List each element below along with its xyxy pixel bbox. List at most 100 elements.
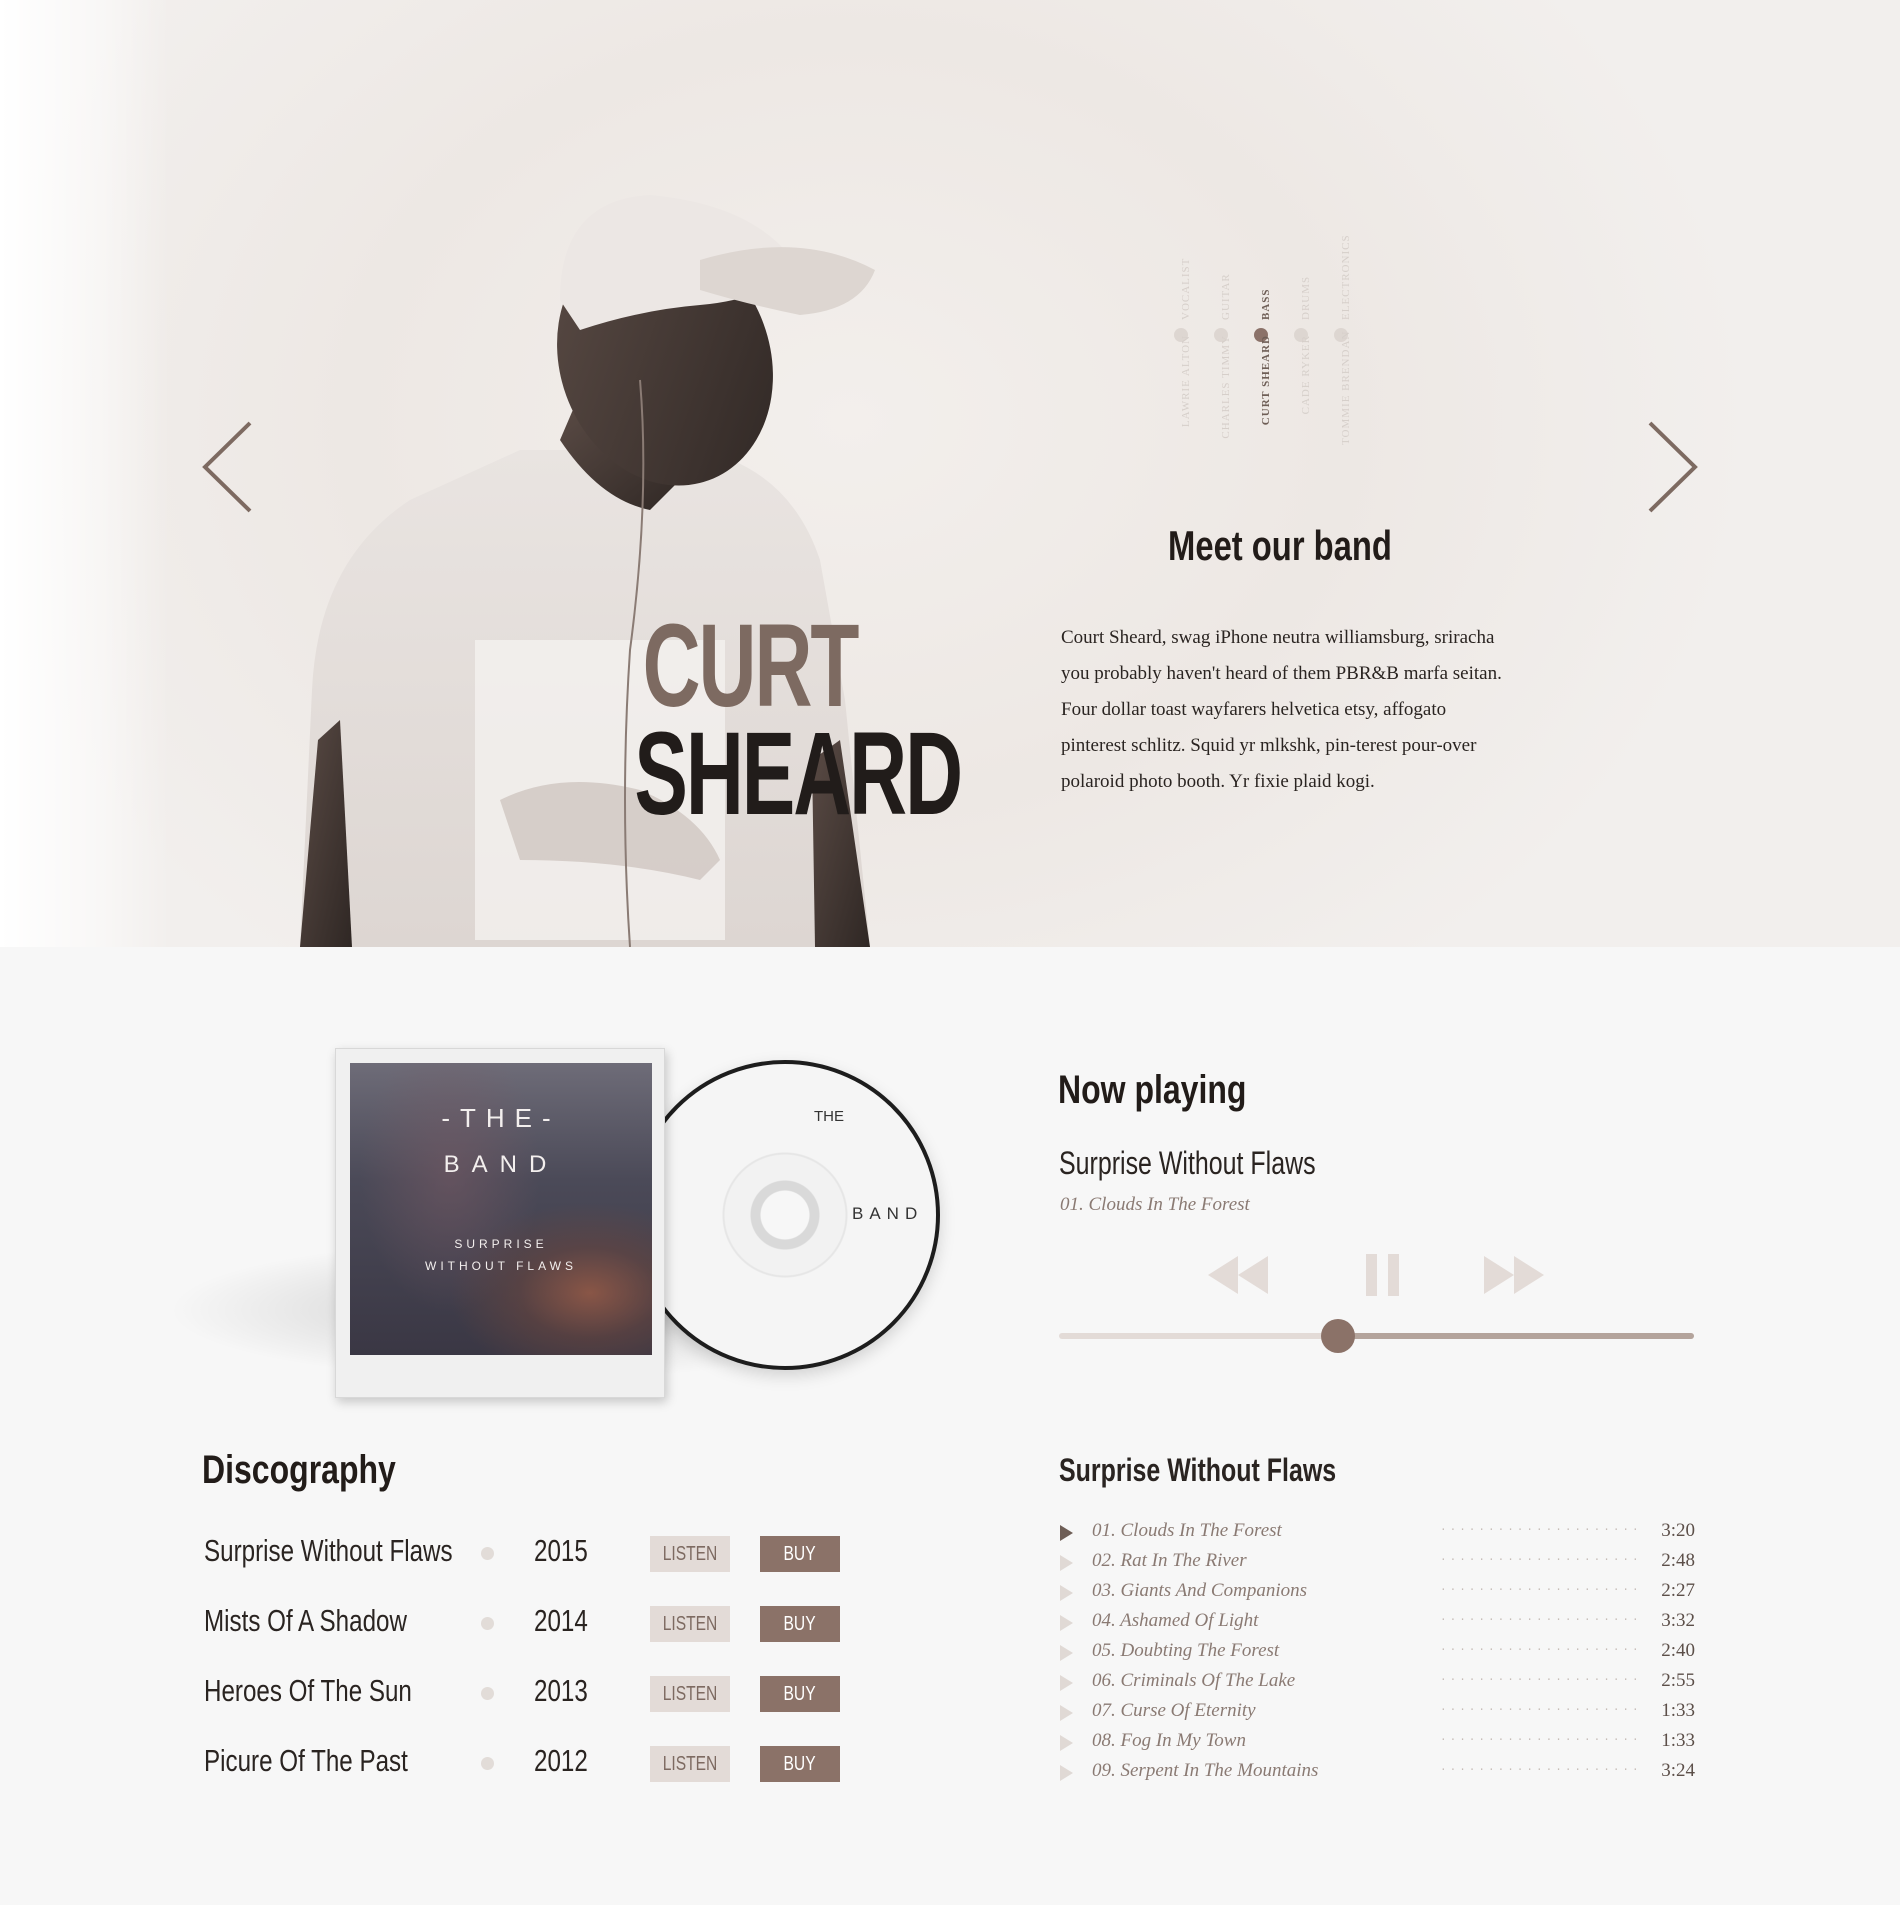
track-name: 08. Fog In My Town <box>1092 1730 1246 1751</box>
member-tab-tommie-brendan[interactable]: ELECTRONICS TOMMIE BRENDAN <box>1334 225 1380 475</box>
album-name: Mists Of A Shadow <box>204 1603 407 1638</box>
discography-row: Surprise Without Flaws 2015 LISTEN BUY <box>204 1533 844 1573</box>
album-year: 2013 <box>534 1673 588 1708</box>
band-hero: CURT SHEARD VOCALIST LAWRIE ALTON GUITAR… <box>0 0 1900 947</box>
play-icon[interactable] <box>1060 1645 1073 1661</box>
previous-member-arrow-icon[interactable] <box>200 420 260 514</box>
buy-button[interactable]: BUY <box>760 1676 840 1712</box>
listen-button[interactable]: LISTEN <box>650 1606 730 1642</box>
dot-leader: ......................... <box>1440 1582 1640 1594</box>
play-icon[interactable] <box>1060 1615 1073 1631</box>
cover-subtitle-line1: SURPRISE <box>454 1237 548 1251</box>
track-duration: 2:48 <box>1661 1550 1695 1571</box>
member-name-title: CURT SHEARD <box>580 600 963 833</box>
discography-heading: Discography <box>202 1448 396 1492</box>
listen-button[interactable]: LISTEN <box>650 1676 730 1712</box>
track-row[interactable]: 09. Serpent In The Mountains ...........… <box>1059 1758 1695 1788</box>
album-name: Heroes Of The Sun <box>204 1673 412 1708</box>
member-bio: Court Sheard, swag iPhone neutra william… <box>1061 627 1502 792</box>
play-icon[interactable] <box>1060 1705 1073 1721</box>
member-name: CADE RYKER <box>1300 335 1312 415</box>
member-role: ELECTRONICS <box>1340 234 1352 320</box>
track-row[interactable]: 08. Fog In My Town .....................… <box>1059 1728 1695 1758</box>
member-role: BASS <box>1260 288 1272 320</box>
member-name: CURT SHEARD <box>1260 335 1272 426</box>
track-row[interactable]: 07. Curse Of Eternity ..................… <box>1059 1698 1695 1728</box>
track-name: 05. Doubting The Forest <box>1092 1640 1280 1661</box>
separator-dot <box>481 1547 494 1560</box>
album-name: Picure Of The Past <box>204 1743 408 1778</box>
dot-leader: ......................... <box>1440 1672 1640 1684</box>
member-first-name: CURT <box>642 600 860 732</box>
progress-knob[interactable] <box>1321 1319 1355 1353</box>
track-row[interactable]: 05. Doubting The Forest ................… <box>1059 1638 1695 1668</box>
discography-row: Mists Of A Shadow 2014 LISTEN BUY <box>204 1603 844 1643</box>
member-tab-charles-timmy[interactable]: GUITAR CHARLES TIMMY <box>1214 225 1260 475</box>
track-name: 02. Rat In The River <box>1092 1550 1247 1571</box>
separator-dot <box>481 1757 494 1770</box>
play-icon[interactable] <box>1060 1765 1073 1781</box>
dot-leader: ......................... <box>1440 1612 1640 1624</box>
playback-progress-bar[interactable] <box>1059 1319 1694 1353</box>
dot-leader: ......................... <box>1440 1702 1640 1714</box>
album-artwork: THE BAND -THE- BAND SURPRISE WITHOUT FLA… <box>140 1030 940 1400</box>
track-name: 06. Criminals Of The Lake <box>1092 1670 1296 1691</box>
track-name: 03. Giants And Companions <box>1092 1580 1308 1601</box>
track-name: 04. Ashamed Of Light <box>1092 1610 1259 1631</box>
play-icon[interactable] <box>1060 1675 1073 1691</box>
album-year: 2012 <box>534 1743 588 1778</box>
dot-leader: ......................... <box>1440 1552 1640 1564</box>
play-icon[interactable] <box>1060 1555 1073 1571</box>
listen-button[interactable]: LISTEN <box>650 1746 730 1782</box>
track-row[interactable]: 03. Giants And Companions ..............… <box>1059 1578 1695 1608</box>
track-duration: 3:32 <box>1661 1610 1695 1631</box>
member-tab-curt-sheard[interactable]: BASS CURT SHEARD <box>1254 225 1300 475</box>
track-row[interactable]: 06. Criminals Of The Lake ..............… <box>1059 1668 1695 1698</box>
tracklist-heading: Surprise Without Flaws <box>1059 1452 1337 1488</box>
pause-icon[interactable] <box>1366 1254 1400 1296</box>
fast-forward-icon[interactable] <box>1482 1254 1546 1296</box>
member-role: DRUMS <box>1300 275 1312 320</box>
next-member-arrow-icon[interactable] <box>1640 420 1700 514</box>
meet-our-band-heading: Meet our band <box>1168 522 1392 569</box>
track-duration: 1:33 <box>1661 1700 1695 1721</box>
track-name: 01. Clouds In The Forest <box>1092 1520 1282 1541</box>
listen-button[interactable]: LISTEN <box>650 1536 730 1572</box>
member-tab-lawrie-alton[interactable]: VOCALIST LAWRIE ALTON <box>1174 225 1220 475</box>
cover-subtitle: SURPRISE WITHOUT FLAWS <box>350 1233 652 1277</box>
member-name: LAWRIE ALTON <box>1180 335 1192 428</box>
dot-leader: ......................... <box>1440 1522 1640 1534</box>
track-duration: 3:20 <box>1661 1520 1695 1541</box>
play-icon[interactable] <box>1060 1585 1073 1601</box>
play-icon[interactable] <box>1060 1525 1073 1541</box>
track-duration: 1:33 <box>1661 1730 1695 1751</box>
member-tab-cade-ryker[interactable]: DRUMS CADE RYKER <box>1294 225 1340 475</box>
track-row[interactable]: 04. Ashamed Of Light ...................… <box>1059 1608 1695 1638</box>
buy-button[interactable]: BUY <box>760 1746 840 1782</box>
now-playing-heading: Now playing <box>1058 1068 1247 1112</box>
track-row[interactable]: 01. Clouds In The Forest ...............… <box>1059 1518 1695 1548</box>
rewind-icon[interactable] <box>1206 1254 1270 1296</box>
buy-button[interactable]: BUY <box>760 1536 840 1572</box>
track-row[interactable]: 02. Rat In The River ...................… <box>1059 1548 1695 1578</box>
dot-leader: ......................... <box>1440 1762 1640 1774</box>
progress-remaining <box>1338 1333 1694 1339</box>
album-year: 2014 <box>534 1603 588 1638</box>
album-year: 2015 <box>534 1533 588 1568</box>
separator-dot <box>481 1617 494 1630</box>
album-name: Surprise Without Flaws <box>204 1533 453 1568</box>
member-role: VOCALIST <box>1180 257 1192 320</box>
buy-button[interactable]: BUY <box>760 1606 840 1642</box>
cover-subtitle-line2: WITHOUT FLAWS <box>425 1259 577 1273</box>
album-cover-art: -THE- BAND SURPRISE WITHOUT FLAWS <box>350 1063 652 1355</box>
play-icon[interactable] <box>1060 1735 1073 1751</box>
track-name: 07. Curse Of Eternity <box>1092 1700 1256 1721</box>
album-cover: -THE- BAND SURPRISE WITHOUT FLAWS <box>335 1048 665 1398</box>
track-duration: 2:40 <box>1661 1640 1695 1661</box>
disc-band-label: BAND <box>852 1204 924 1223</box>
now-playing-track: 01. Clouds In The Forest <box>1060 1194 1250 1215</box>
member-name: TOMMIE BRENDAN <box>1340 330 1352 445</box>
cd-disc: THE BAND <box>630 1060 940 1370</box>
track-duration: 2:55 <box>1661 1670 1695 1691</box>
track-duration: 3:24 <box>1661 1760 1695 1781</box>
